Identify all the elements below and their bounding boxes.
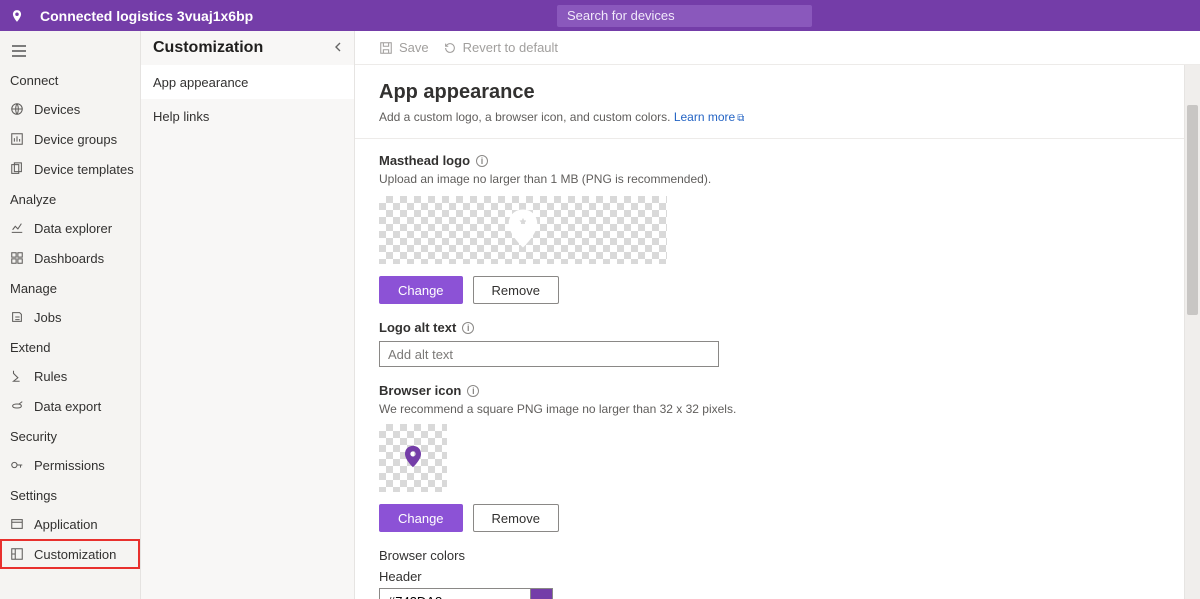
nav-item-data-export[interactable]: Data export (0, 391, 140, 421)
dashboard-icon (10, 251, 24, 265)
nav-label-jobs: Jobs (34, 310, 61, 325)
left-nav: Connect Devices Device groups Device tem… (0, 31, 141, 599)
nav-label-data-export: Data export (34, 399, 101, 414)
sub-nav-label: Help links (153, 109, 209, 124)
favicon-placeholder-icon (405, 446, 421, 471)
line-chart-icon (10, 221, 24, 235)
nav-item-permissions[interactable]: Permissions (0, 450, 140, 480)
location-icon (8, 9, 26, 23)
app-header: Connected logistics 3vuaj1x6bp Search fo… (0, 0, 1200, 31)
sub-nav: Customization App appearance Help links (141, 31, 355, 599)
nav-label-rules: Rules (34, 369, 67, 384)
sub-nav-item-app-appearance[interactable]: App appearance (141, 65, 354, 99)
nav-item-customization[interactable]: Customization (0, 539, 140, 569)
sub-nav-title: Customization (153, 39, 263, 57)
key-icon (10, 458, 24, 472)
nav-group-security: Security (0, 421, 140, 450)
chart-icon (10, 132, 24, 146)
search-input[interactable]: Search for devices (557, 5, 812, 27)
browser-icon-helper: We recommend a square PNG image no large… (379, 402, 1160, 416)
header-color-input[interactable] (379, 588, 531, 599)
sub-nav-item-help-links[interactable]: Help links (141, 99, 354, 133)
masthead-logo-title: Masthead logo i (379, 153, 1160, 168)
nav-label-device-groups: Device groups (34, 132, 117, 147)
save-label: Save (399, 40, 429, 55)
nav-label-device-templates: Device templates (34, 162, 134, 177)
browser-icon-preview (379, 424, 447, 492)
logo-placeholder-icon (508, 210, 538, 251)
application-icon (10, 517, 24, 531)
app-title: Connected logistics 3vuaj1x6bp (40, 8, 253, 24)
info-icon[interactable]: i (462, 322, 474, 334)
nav-item-devices[interactable]: Devices (0, 94, 140, 124)
nav-item-device-groups[interactable]: Device groups (0, 124, 140, 154)
scrollbar[interactable] (1184, 65, 1200, 599)
masthead-helper: Upload an image no larger than 1 MB (PNG… (379, 172, 1160, 186)
header-color-swatch[interactable] (531, 588, 553, 599)
learn-more-link[interactable]: Learn more⧉ (674, 110, 745, 124)
nav-label-permissions: Permissions (34, 458, 105, 473)
learn-more-label: Learn more (674, 110, 735, 124)
nav-item-data-explorer[interactable]: Data explorer (0, 213, 140, 243)
alt-text-input[interactable] (379, 341, 719, 367)
masthead-remove-button[interactable]: Remove (473, 276, 559, 304)
nav-item-rules[interactable]: Rules (0, 361, 140, 391)
export-icon (10, 399, 24, 413)
jobs-icon (10, 310, 24, 324)
collapse-button[interactable] (332, 41, 344, 56)
nav-label-application: Application (34, 517, 98, 532)
favicon-remove-button[interactable]: Remove (473, 504, 559, 532)
nav-group-settings: Settings (0, 480, 140, 509)
scrollbar-thumb[interactable] (1187, 105, 1198, 315)
revert-label: Revert to default (463, 40, 558, 55)
page-title: App appearance (379, 81, 1160, 104)
nav-group-manage: Manage (0, 273, 140, 302)
page-header: App appearance Add a custom logo, a brow… (355, 65, 1184, 139)
favicon-change-button[interactable]: Change (379, 504, 463, 532)
nav-item-device-templates[interactable]: Device templates (0, 154, 140, 184)
browser-colors-section: Browser colors (379, 548, 1160, 563)
nav-item-application[interactable]: Application (0, 509, 140, 539)
masthead-logo-preview (379, 196, 667, 264)
header-color-label: Header (379, 569, 1160, 584)
alt-text-title: Logo alt text i (379, 320, 1160, 335)
hamburger-button[interactable] (0, 37, 140, 65)
revert-button[interactable]: Revert to default (443, 40, 558, 55)
browser-icon-title: Browser icon i (379, 383, 1160, 398)
sub-nav-label: App appearance (153, 75, 248, 90)
page-subtitle: Add a custom logo, a browser icon, and c… (379, 110, 670, 124)
nav-label-devices: Devices (34, 102, 80, 117)
customization-icon (10, 547, 24, 561)
nav-label-data-explorer: Data explorer (34, 221, 112, 236)
external-icon: ⧉ (737, 113, 744, 124)
search-placeholder: Search for devices (567, 8, 675, 23)
nav-group-extend: Extend (0, 332, 140, 361)
nav-label-dashboards: Dashboards (34, 251, 104, 266)
rules-icon (10, 369, 24, 383)
save-button[interactable]: Save (379, 40, 429, 55)
nav-label-customization: Customization (34, 547, 116, 562)
template-icon (10, 162, 24, 176)
command-bar: Save Revert to default (355, 31, 1200, 65)
nav-group-connect: Connect (0, 65, 140, 94)
nav-item-jobs[interactable]: Jobs (0, 302, 140, 332)
info-icon[interactable]: i (467, 385, 479, 397)
nav-group-analyze: Analyze (0, 184, 140, 213)
globe-icon (10, 102, 24, 116)
main-content: Save Revert to default App appearance Ad… (355, 31, 1200, 599)
nav-item-dashboards[interactable]: Dashboards (0, 243, 140, 273)
masthead-change-button[interactable]: Change (379, 276, 463, 304)
info-icon[interactable]: i (476, 155, 488, 167)
